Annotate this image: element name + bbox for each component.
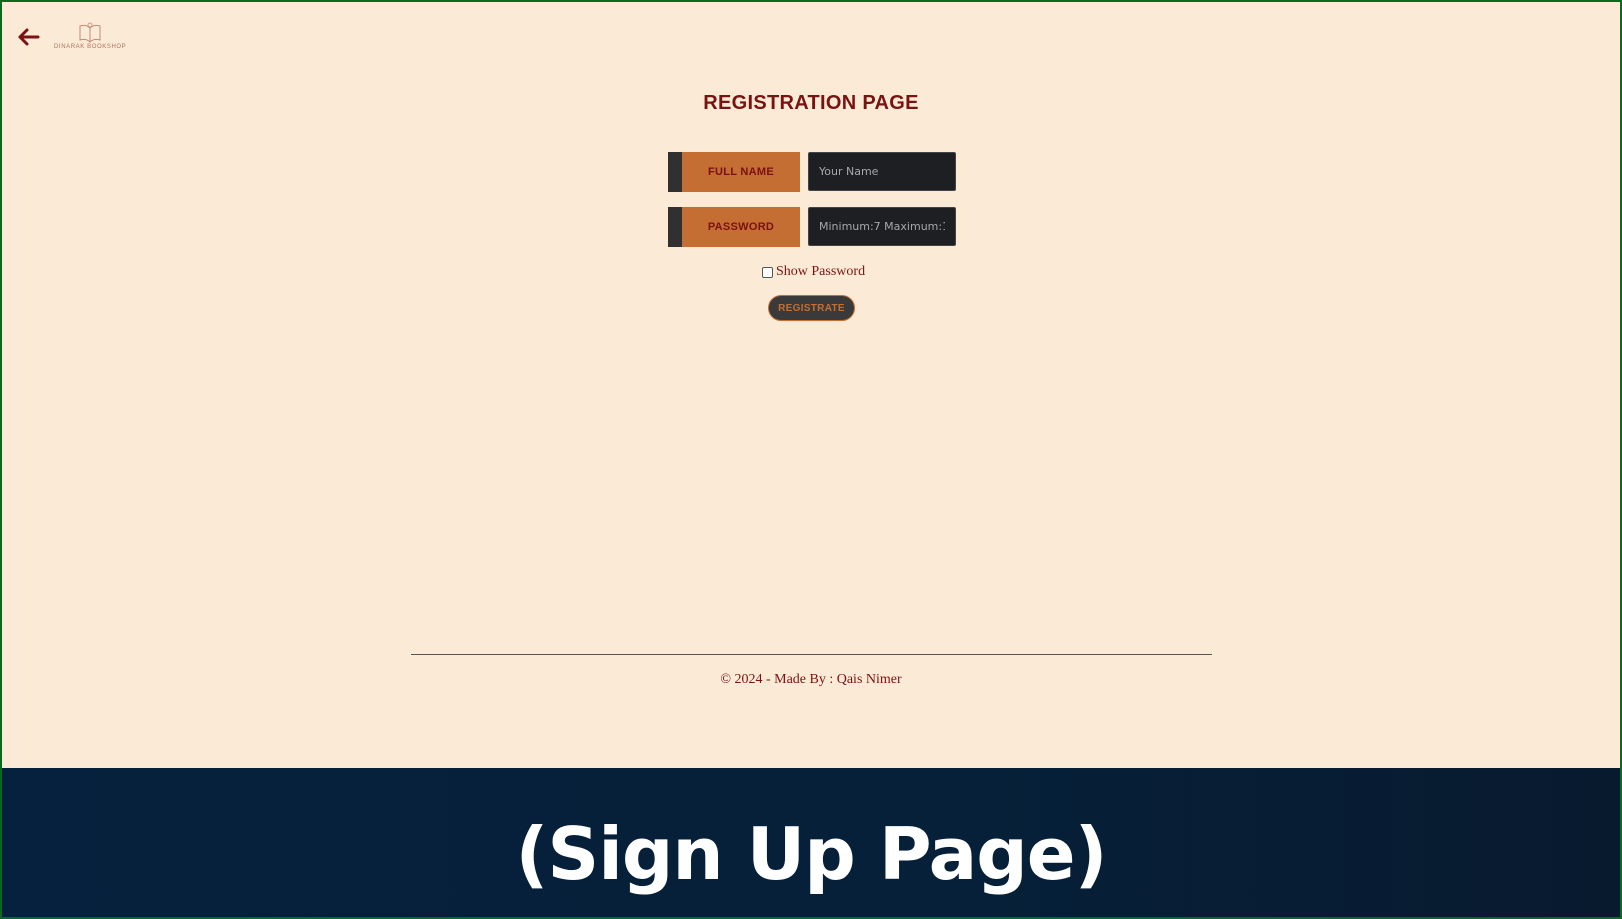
registration-page: DINARAK BOOKSHOP REGISTRATION PAGE FULL … (2, 2, 1620, 768)
back-arrow-icon[interactable] (14, 22, 44, 52)
page-title: REGISTRATION PAGE (703, 92, 919, 114)
footer-divider (411, 654, 1212, 655)
full-name-label: FULL NAME (668, 152, 800, 192)
banner-caption: (Sign Up Page) (515, 812, 1107, 896)
caption-banner: (Sign Up Page) (2, 768, 1620, 917)
show-password-label: Show Password (776, 264, 866, 279)
registrate-button[interactable]: REGISTRATE (768, 295, 855, 321)
logo-text: DINARAK BOOKSHOP (54, 44, 127, 50)
open-book-icon (79, 22, 101, 43)
footer-copyright: © 2024 - Made By : Qais Nimer (720, 672, 902, 687)
show-password-toggle[interactable]: Show Password (762, 264, 865, 280)
logo[interactable]: DINARAK BOOKSHOP (54, 22, 126, 54)
full-name-input[interactable] (808, 152, 956, 191)
password-label: PASSWORD (668, 207, 800, 247)
show-password-checkbox[interactable] (762, 266, 773, 278)
password-input[interactable] (808, 207, 956, 246)
